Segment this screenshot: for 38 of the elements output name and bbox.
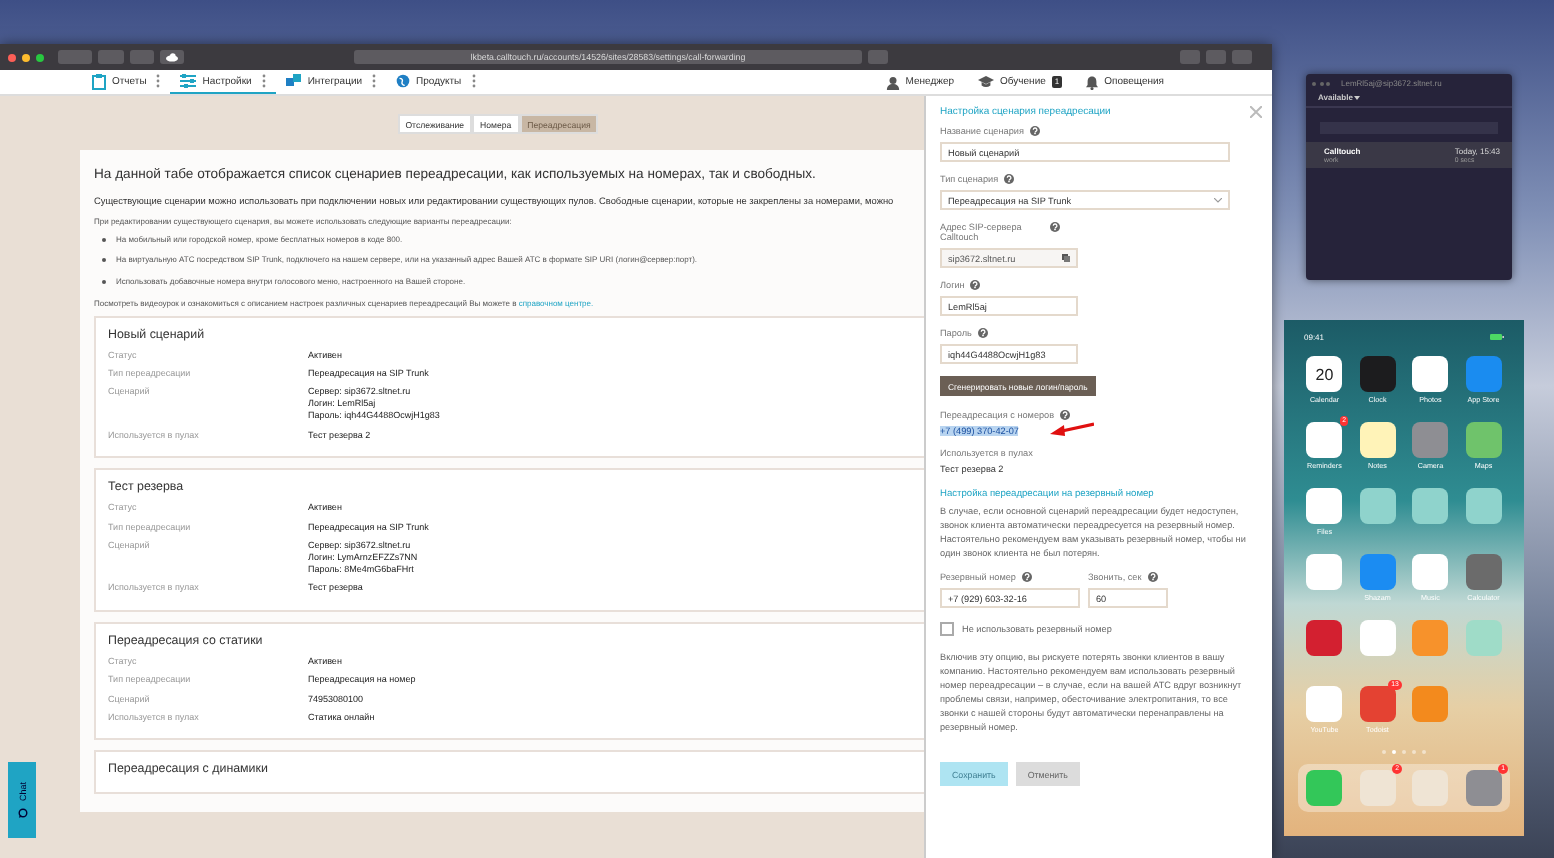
app-icon[interactable] <box>1306 620 1343 656</box>
app-icon[interactable] <box>1465 554 1502 590</box>
help-icon[interactable] <box>1147 572 1158 582</box>
help-icon[interactable] <box>1050 222 1060 232</box>
caret-icon <box>1354 95 1361 99</box>
chevron-down-icon <box>1214 197 1222 203</box>
close-window-icon[interactable] <box>8 53 16 61</box>
help-icon[interactable] <box>1021 572 1032 582</box>
more-icon[interactable] <box>261 74 266 88</box>
help-icon[interactable] <box>970 280 981 290</box>
app-icon[interactable] <box>1306 488 1343 524</box>
help-icon[interactable] <box>1029 126 1040 136</box>
more-icon[interactable] <box>471 74 476 88</box>
maximize-window-icon[interactable] <box>36 53 44 61</box>
copy-icon[interactable] <box>1062 254 1070 262</box>
bell-icon <box>1086 75 1099 89</box>
help-icon[interactable] <box>1060 410 1071 420</box>
cloud-icon[interactable] <box>160 50 184 64</box>
more-icon[interactable] <box>156 74 161 88</box>
minimize-window-icon[interactable] <box>1319 81 1323 85</box>
app-icon[interactable]: 20 <box>1306 356 1343 392</box>
arrow-annotation <box>1050 420 1094 438</box>
person-icon <box>885 75 900 89</box>
more-icon[interactable] <box>372 74 377 88</box>
puzzle-icon <box>285 74 302 88</box>
chat-bubble-icon <box>17 807 27 818</box>
help-icon[interactable] <box>977 328 988 338</box>
close-icon[interactable] <box>1250 106 1262 118</box>
app-icon[interactable] <box>1412 356 1449 392</box>
minimize-window-icon[interactable] <box>22 53 30 61</box>
battery-icon <box>1490 334 1504 340</box>
app-icon[interactable] <box>1359 356 1396 392</box>
sliders-icon <box>180 74 197 88</box>
help-icon[interactable] <box>1004 174 1015 184</box>
graduation-cap-icon <box>978 76 995 88</box>
clipboard-icon <box>92 73 106 89</box>
app-icon[interactable] <box>1359 422 1396 458</box>
checkbox[interactable] <box>940 622 954 636</box>
